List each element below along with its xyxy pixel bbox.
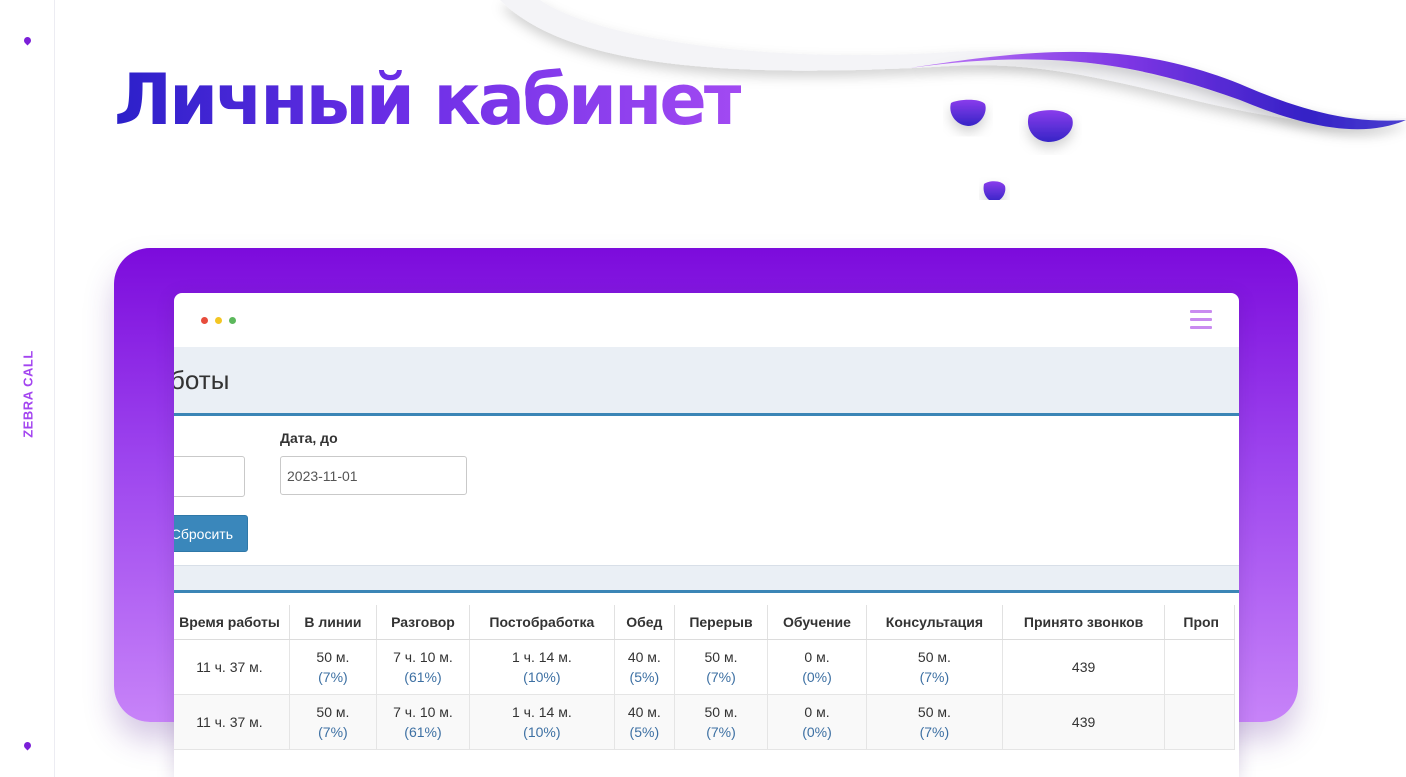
date-to-field[interactable]: [280, 456, 467, 495]
cell-work-time: 11 ч. 37 м.: [174, 639, 290, 695]
col-talk[interactable]: Разговор: [376, 605, 471, 640]
window-controls: [201, 317, 236, 325]
decorative-drop: [1027, 110, 1073, 142]
side-rail: ZEBRA CALL: [0, 0, 55, 777]
cell-in-line: 50 м. (7%): [289, 694, 377, 750]
col-training[interactable]: Обучение: [767, 605, 868, 640]
brand-vertical-text: ZEBRA CALL: [20, 350, 36, 438]
cell-missed-calls: [1164, 639, 1235, 695]
cell-work-time: 11 ч. 37 м.: [174, 694, 290, 750]
window-close-dot[interactable]: [201, 317, 208, 324]
col-work-time[interactable]: Время работы: [174, 605, 290, 640]
cell-break: 50 м. (7%): [674, 694, 769, 750]
cell-break: 50 м. (7%): [674, 639, 769, 695]
col-lunch[interactable]: Обед: [614, 605, 675, 640]
col-consultation[interactable]: Консультация: [866, 605, 1003, 640]
window-minimize-dot[interactable]: [215, 317, 222, 324]
cell-training: 0 м. (0%): [767, 694, 868, 750]
decorative-drop: [950, 99, 986, 126]
cell-accepted-calls: 439: [1002, 639, 1166, 695]
section-header: боты: [174, 347, 1239, 416]
col-accepted-calls[interactable]: Принято звонков: [1002, 605, 1166, 640]
rail-dot-bottom: [22, 740, 33, 751]
cell-consultation: 50 м. (7%): [866, 694, 1003, 750]
stats-table: Время работы В линии Разговор Постобрабо…: [174, 605, 1235, 750]
cell-consultation: 50 м. (7%): [866, 639, 1003, 695]
cell-post-processing: 1 ч. 14 м. (10%): [469, 639, 615, 695]
cell-training: 0 м. (0%): [767, 639, 868, 695]
cell-missed-calls: [1164, 694, 1235, 750]
page-title: Личный кабинет: [114, 59, 744, 141]
date-from-field[interactable]: [174, 456, 245, 497]
cell-talk: 7 ч. 10 м. (61%): [376, 694, 471, 750]
hamburger-icon[interactable]: [1190, 310, 1212, 330]
cell-lunch: 40 м. (5%): [614, 639, 675, 695]
cell-post-processing: 1 ч. 14 м. (10%): [469, 694, 615, 750]
col-break[interactable]: Перерыв: [674, 605, 769, 640]
cell-accepted-calls: 439: [1002, 694, 1166, 750]
section-heading: боты: [174, 365, 230, 395]
reset-button[interactable]: Сбросить: [174, 515, 248, 552]
cell-lunch: 40 м. (5%): [614, 694, 675, 750]
cell-in-line: 50 м. (7%): [289, 639, 377, 695]
col-in-line[interactable]: В линии: [289, 605, 377, 640]
table-header-row: Время работы В линии Разговор Постобрабо…: [174, 605, 1235, 640]
col-missed-calls[interactable]: Проп: [1164, 605, 1235, 640]
col-post-processing[interactable]: Постобработка: [469, 605, 615, 640]
date-to-label: Дата, до: [280, 430, 338, 446]
browser-window: боты Дата, до Сбросить Время работы В ли…: [174, 293, 1239, 777]
table-row: 11 ч. 37 м. 50 м. (7%) 7 ч. 10 м. (61%) 1 …: [174, 694, 1235, 750]
cell-talk: 7 ч. 10 м. (61%): [376, 639, 471, 695]
table-row: 11 ч. 37 м. 50 м. (7%) 7 ч. 10 м. (61%) 1 …: [174, 639, 1235, 695]
window-maximize-dot[interactable]: [229, 317, 236, 324]
decorative-drop: [983, 181, 1006, 200]
table-toolbar: [174, 565, 1239, 593]
rail-dot-top: [22, 35, 33, 46]
